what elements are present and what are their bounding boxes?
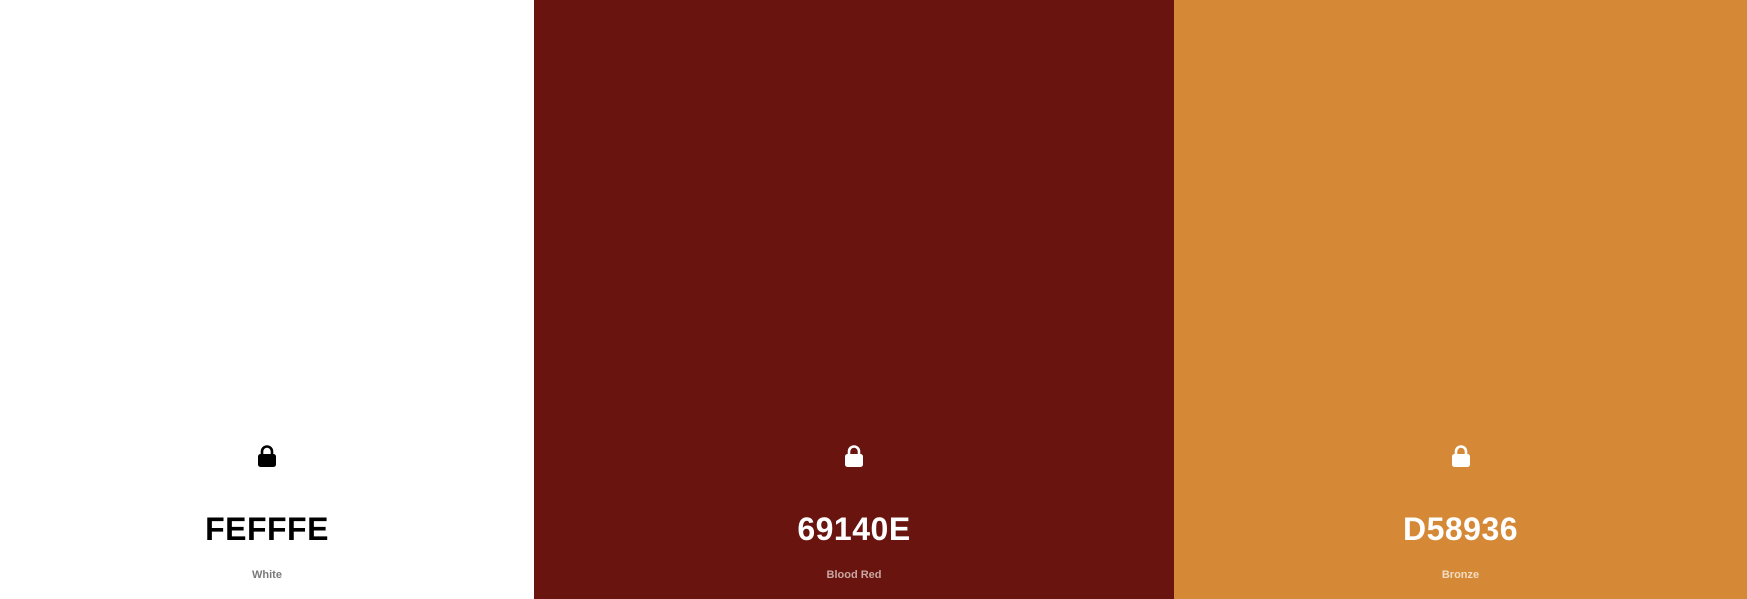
color-name: White: [252, 569, 282, 581]
hex-code[interactable]: FEFFFE: [0, 509, 534, 549]
color-palette: FEFFFE White 69140E Blood Red D58936 Bro…: [0, 0, 1747, 599]
lock-icon[interactable]: [1450, 444, 1472, 468]
lock-icon[interactable]: [256, 444, 278, 468]
color-name: Blood Red: [826, 569, 882, 581]
color-name: Bronze: [1441, 569, 1480, 581]
hex-code[interactable]: D58936: [1174, 509, 1747, 549]
color-swatch[interactable]: D58936 Bronze: [1174, 0, 1747, 599]
lock-icon[interactable]: [843, 444, 865, 468]
color-swatch[interactable]: 69140E Blood Red: [534, 0, 1174, 599]
color-swatch[interactable]: FEFFFE White: [0, 0, 534, 599]
hex-code[interactable]: 69140E: [534, 509, 1174, 549]
